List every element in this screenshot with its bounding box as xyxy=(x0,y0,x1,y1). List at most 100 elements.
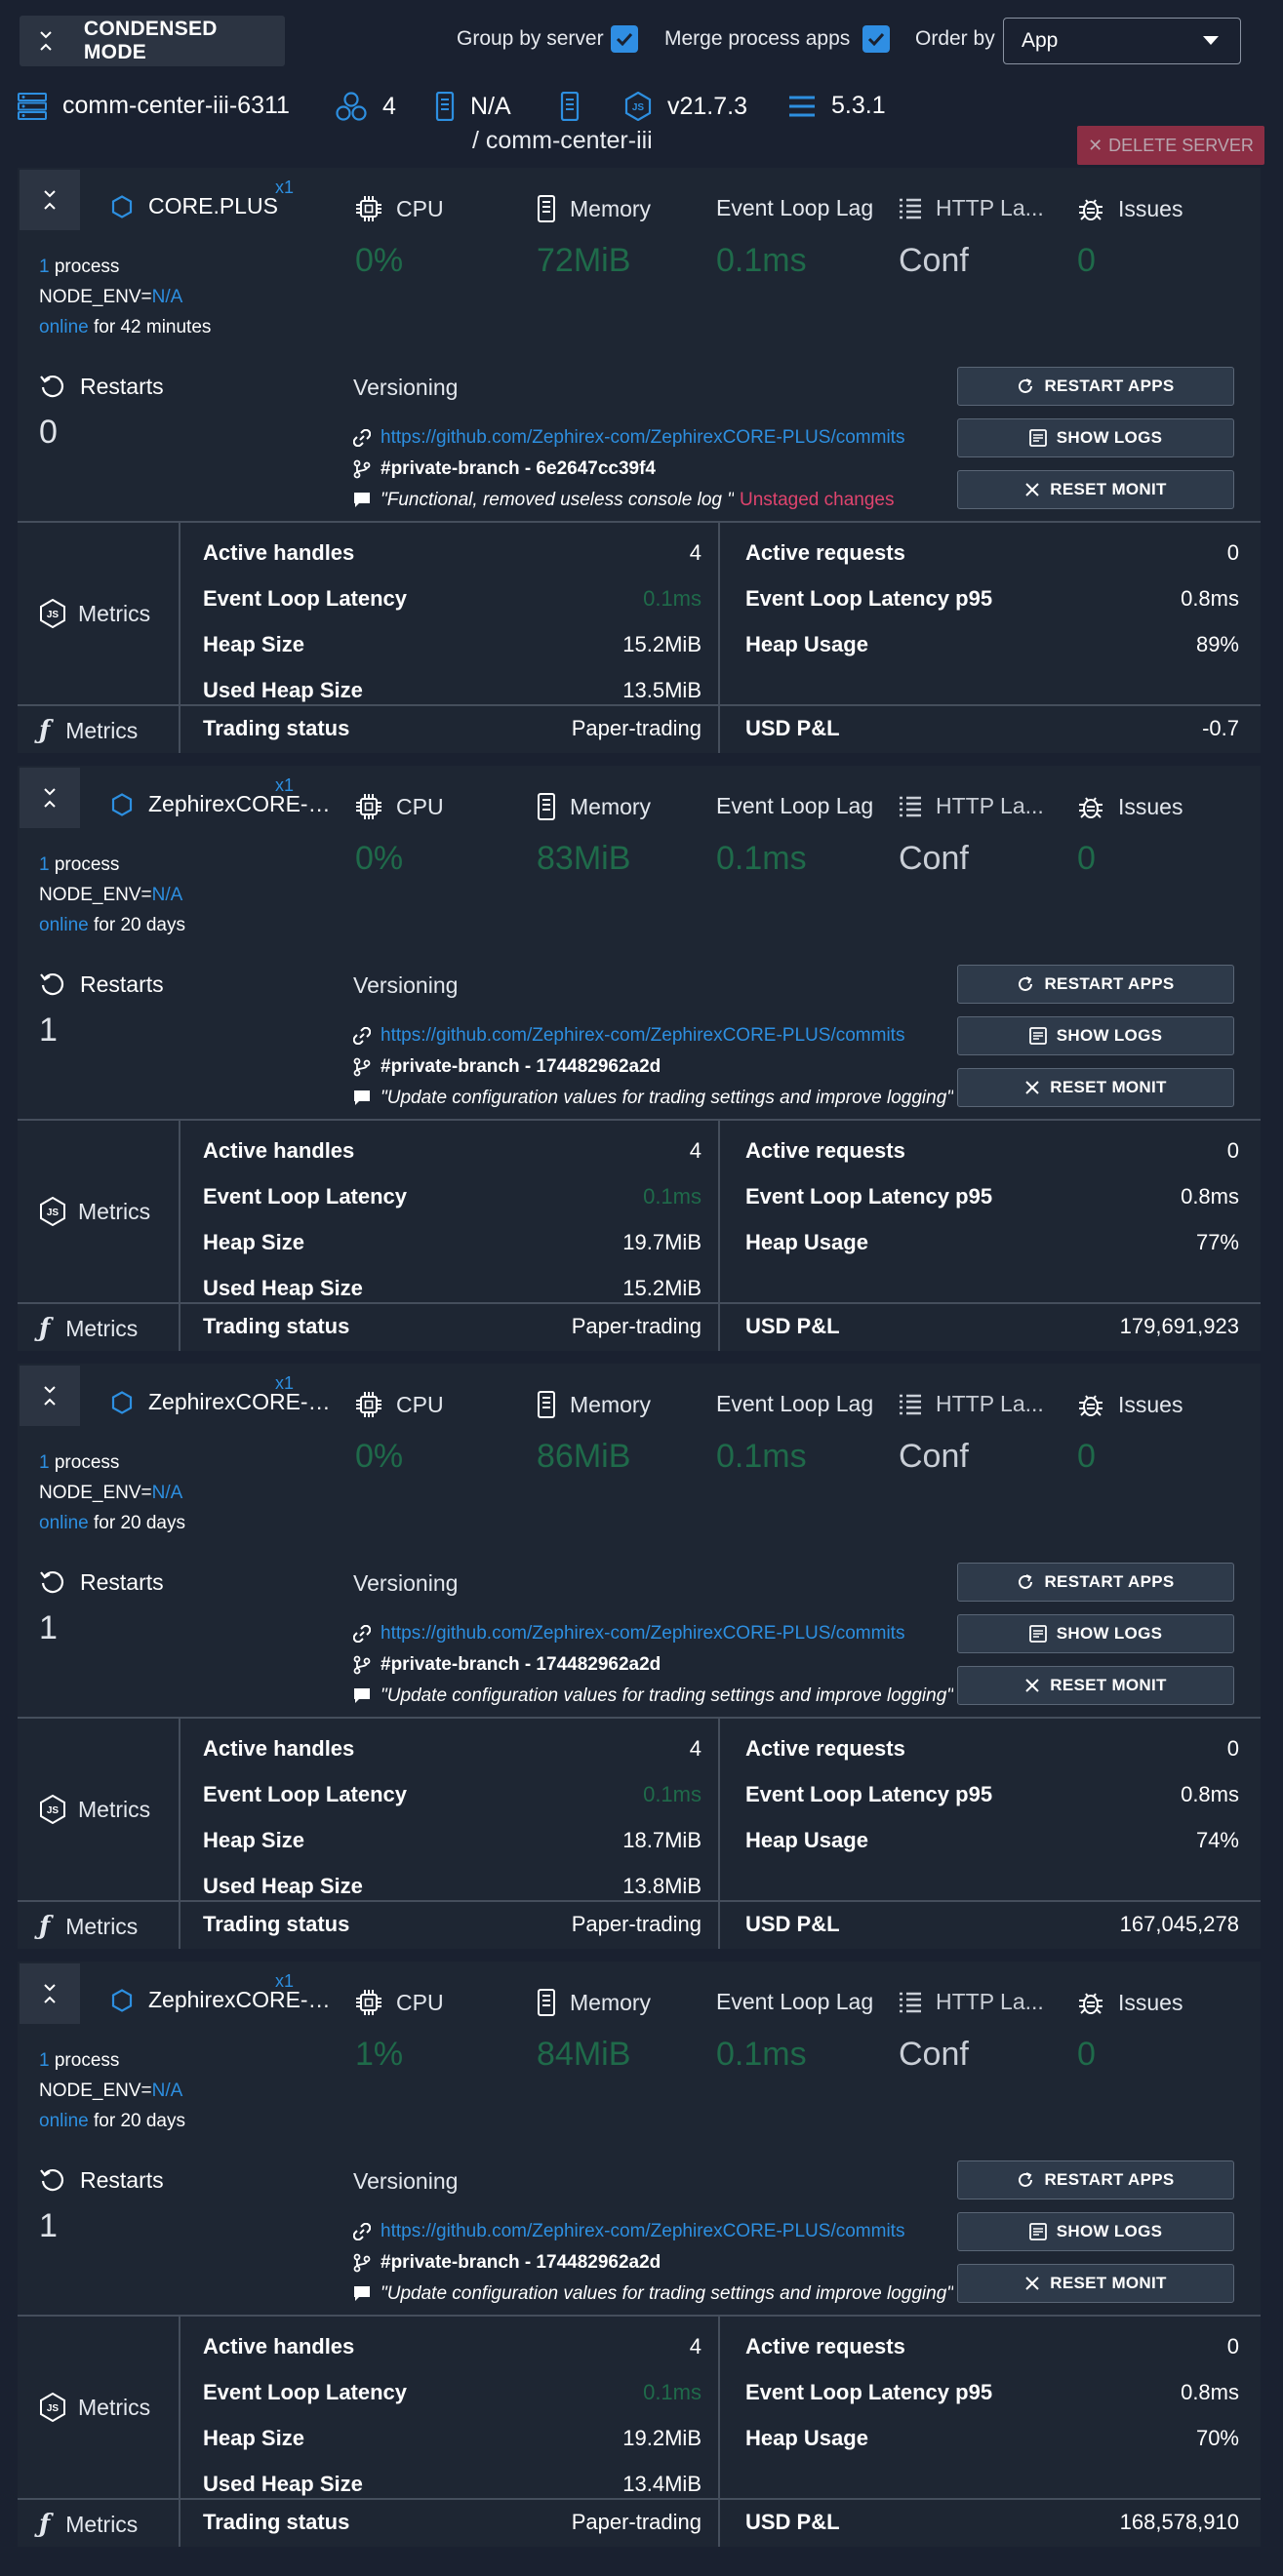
order-by-label: Order by xyxy=(915,27,995,50)
nodejs-metrics-label: JS Metrics xyxy=(39,1795,150,1824)
metrics-label-text: Metrics xyxy=(78,2394,151,2420)
link-icon xyxy=(353,2223,371,2240)
commit-row: "Functional, removed useless console log… xyxy=(353,490,894,511)
http-latency-label: HTTP La... xyxy=(936,195,1044,220)
process-label: process xyxy=(54,257,120,277)
active-requests-label: Active requests xyxy=(745,1736,905,1761)
order-by-select[interactable]: App xyxy=(1003,18,1241,64)
http-latency-value: Conf xyxy=(899,242,969,279)
memory-label: Memory xyxy=(570,1391,652,1417)
instances-badge: x1 xyxy=(275,1373,295,1393)
repo-link-row[interactable]: https://github.com/Zephirex-com/Zephirex… xyxy=(353,427,966,449)
restart-icon xyxy=(40,375,64,398)
close-icon xyxy=(1025,1679,1039,1692)
heap-size-value: 18.7MiB xyxy=(622,1828,702,1852)
git-branch-icon xyxy=(353,2253,371,2273)
node-env-value: N/A xyxy=(151,287,183,307)
divider xyxy=(718,521,720,753)
process-count: 1 xyxy=(39,257,50,277)
collapse-app-button[interactable] xyxy=(20,170,80,230)
memory-value: 72MiB xyxy=(537,242,631,279)
instances-badge: x1 xyxy=(275,178,295,197)
app-name-item[interactable]: ZephirexCORE-PLUS xyxy=(111,1389,340,1415)
event-loop-latency-value: 0.1ms xyxy=(643,1782,702,1806)
reset-monit-button[interactable]: RESET MONIT xyxy=(957,1666,1234,1705)
trading-status-value: Paper-trading xyxy=(571,1912,702,1936)
app-name-item[interactable]: ZephirexCORE-PLUS xyxy=(111,791,340,817)
memory-label: Memory xyxy=(570,793,652,819)
process-count-item: 4 xyxy=(336,92,396,121)
repo-link-row[interactable]: https://github.com/Zephirex-com/Zephirex… xyxy=(353,1623,966,1645)
http-latency-metric: HTTP La... xyxy=(899,1989,1044,2015)
app-name-item[interactable]: CORE.PLUS xyxy=(111,193,340,219)
cpu-metric: CPU xyxy=(355,1989,444,2016)
versioning-label: Versioning xyxy=(353,2168,459,2194)
active-requests-label: Active requests xyxy=(745,1138,905,1163)
collapse-chevrons-icon xyxy=(44,190,56,210)
repo-url[interactable]: https://github.com/Zephirex-com/Zephirex… xyxy=(381,1623,966,1645)
trading-status-label: Trading status xyxy=(203,2510,350,2534)
reset-monit-label: RESET MONIT xyxy=(1050,1676,1167,1694)
branch: #private-branch - 174482962a2d xyxy=(381,1654,662,1675)
cpu-metric: CPU xyxy=(355,195,444,222)
metrics-label-text: Metrics xyxy=(78,1198,151,1224)
event-loop-lag-metric: Event Loop Lag xyxy=(716,1391,873,1417)
collapse-app-button[interactable] xyxy=(20,1963,80,2024)
memory-icon xyxy=(435,92,455,121)
reset-monit-button[interactable]: RESET MONIT xyxy=(957,470,1234,509)
delete-server-button[interactable]: ✕ DELETE SERVER xyxy=(1077,126,1264,165)
collapse-app-button[interactable] xyxy=(20,768,80,828)
memory-label: Memory xyxy=(570,1989,652,2015)
reset-monit-button[interactable]: RESET MONIT xyxy=(957,1068,1234,1107)
repo-url[interactable]: https://github.com/Zephirex-com/Zephirex… xyxy=(381,1025,966,1047)
merge-process-apps-checkbox[interactable] xyxy=(862,25,890,53)
repo-link-row[interactable]: https://github.com/Zephirex-com/Zephirex… xyxy=(353,2221,966,2242)
heap-size-label: Heap Size xyxy=(203,2426,304,2450)
node-version-item: JS v21.7.3 xyxy=(624,92,747,121)
show-logs-button[interactable]: SHOW LOGS xyxy=(957,418,1234,457)
bug-icon xyxy=(1079,199,1103,220)
http-latency-value: Conf xyxy=(899,1438,969,1475)
heap-usage-label: Heap Usage xyxy=(745,632,868,656)
http-latency-value: Conf xyxy=(899,2036,969,2073)
nodejs-icon: JS xyxy=(624,92,652,121)
http-latency-label: HTTP La... xyxy=(936,793,1044,818)
show-logs-button[interactable]: SHOW LOGS xyxy=(957,1614,1234,1653)
event-loop-lag-label: Event Loop Lag xyxy=(716,793,874,818)
commit-row: "Update configuration values for trading… xyxy=(353,1685,959,1707)
app-name-item[interactable]: ZephirexCORE-PLUS xyxy=(111,1987,340,2013)
active-requests-label: Active requests xyxy=(745,2334,905,2358)
check-icon xyxy=(867,32,885,46)
active-requests-label: Active requests xyxy=(745,540,905,565)
restart-apps-button[interactable]: RESTART APPS xyxy=(957,2160,1234,2200)
active-handles-label: Active handles xyxy=(203,1138,355,1163)
group-by-server-label: Group by server xyxy=(457,27,604,50)
merge-process-apps-label: Merge process apps xyxy=(664,27,851,50)
restart-apps-button[interactable]: RESTART APPS xyxy=(957,367,1234,406)
node-env-value: N/A xyxy=(151,885,183,905)
git-branch-icon xyxy=(353,1057,371,1077)
http-latency-value: Conf xyxy=(899,840,969,877)
repo-link-row[interactable]: https://github.com/Zephirex-com/Zephirex… xyxy=(353,1025,966,1047)
heap-size-label: Heap Size xyxy=(203,1230,304,1254)
reset-monit-button[interactable]: RESET MONIT xyxy=(957,2264,1234,2303)
caret-down-icon xyxy=(1203,36,1219,45)
condensed-mode-button[interactable]: CONDENSED MODE xyxy=(20,16,285,66)
close-icon: ✕ xyxy=(1088,135,1103,155)
show-logs-button[interactable]: SHOW LOGS xyxy=(957,2212,1234,2251)
svg-text:JS: JS xyxy=(47,1208,60,1218)
repo-url[interactable]: https://github.com/Zephirex-com/Zephirex… xyxy=(381,2221,966,2242)
restarts-label-item: Restarts xyxy=(39,2166,164,2194)
order-by-value: App xyxy=(1022,29,1059,52)
restart-apps-button[interactable]: RESTART APPS xyxy=(957,965,1234,1004)
group-by-server-checkbox[interactable] xyxy=(611,25,638,53)
collapse-app-button[interactable] xyxy=(20,1366,80,1426)
repo-url[interactable]: https://github.com/Zephirex-com/Zephirex… xyxy=(381,427,966,449)
nodejs-icon: JS xyxy=(40,599,65,628)
restarts-label-item: Restarts xyxy=(39,1568,164,1596)
memory-icon xyxy=(538,1989,555,2016)
restart-apps-button[interactable]: RESTART APPS xyxy=(957,1563,1234,1602)
show-logs-button[interactable]: SHOW LOGS xyxy=(957,1016,1234,1055)
heap-size-value: 19.7MiB xyxy=(622,1230,702,1254)
app-card: ZephirexCORE-PLUS x1 1 process NODE_ENV=… xyxy=(18,1364,1261,1949)
